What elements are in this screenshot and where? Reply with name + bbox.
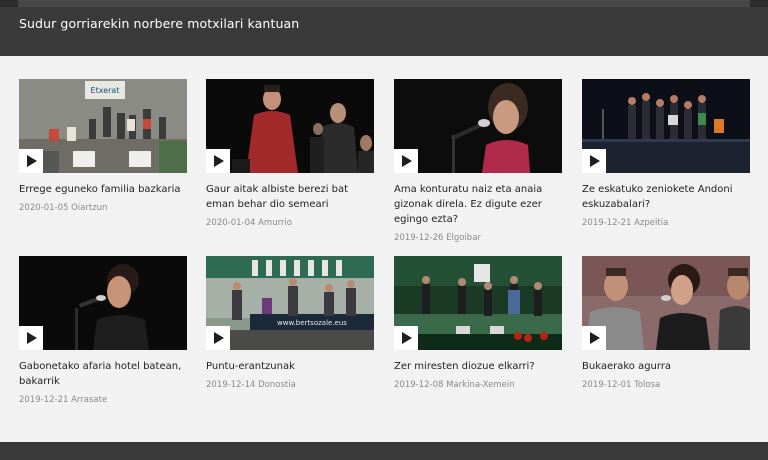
top-strip [0,0,768,7]
play-icon[interactable] [19,326,43,350]
video-date: 2019-12-08 [394,380,444,390]
video-title[interactable]: Zer miresten diozue elkarri? [394,359,562,374]
video-title[interactable]: Gaur aitak albiste berezi bat eman behar… [206,182,374,212]
video-date: 2020-01-04 [206,218,256,228]
video-meta: 2020-01-05 Oiartzun [19,203,187,213]
video-card[interactable]: Etxerat Erregе eguneko familia bazkaria … [19,79,187,213]
video-place: Markina-Xemein [446,380,515,390]
video-meta: 2020-01-04 Amurrio [206,218,374,228]
video-place: Arrasate [71,395,108,405]
video-place: Azpeitia [634,218,669,228]
play-icon[interactable] [394,149,418,173]
video-card[interactable]: Ze eskatuko zeniokete Andoni eskuzabalar… [582,79,750,228]
video-card[interactable]: Gabonetako afaria hotel batean, bakarrik… [19,256,187,405]
video-card[interactable]: Bukaerako agurra 2019-12-01 Tolosa [582,256,750,390]
video-title[interactable]: Bukaerako agurra [582,359,750,374]
video-meta: 2019-12-08 Markina-Xemein [394,380,562,390]
video-thumbnail[interactable]: Etxerat [19,79,187,173]
play-icon[interactable] [394,326,418,350]
video-thumbnail[interactable] [19,256,187,350]
video-title[interactable]: Ze eskatuko zeniokete Andoni eskuzabalar… [582,182,750,212]
video-card[interactable]: Zer miresten diozue elkarri? 2019-12-08 … [394,256,562,390]
video-thumbnail[interactable] [582,79,750,173]
video-thumbnail[interactable] [394,79,562,173]
video-date: 2019-12-14 [206,380,256,390]
video-title[interactable]: Ama konturatu naiz eta anaia gizonak dir… [394,182,562,227]
video-card[interactable]: Gaur aitak albiste berezi bat eman behar… [206,79,374,228]
video-date: 2019-12-26 [394,233,444,243]
video-place: Amurrio [258,218,292,228]
video-date: 2019-12-21 [582,218,632,228]
video-meta: 2019-12-21 Arrasate [19,395,187,405]
play-icon[interactable] [582,326,606,350]
video-thumbnail[interactable] [582,256,750,350]
video-meta: 2019-12-26 Elgoibar [394,233,562,243]
svg-text:www.bertsozale.eus: www.bertsozale.eus [277,319,347,327]
video-thumbnail[interactable]: www.bertsozale.eus [206,256,374,350]
video-place: Tolosa [634,380,661,390]
video-place: Elgoibar [446,233,481,243]
video-thumbnail[interactable] [394,256,562,350]
play-icon[interactable] [19,149,43,173]
page-footer [0,442,768,460]
video-date: 2019-12-01 [582,380,632,390]
video-meta: 2019-12-21 Azpeitia [582,218,750,228]
play-icon[interactable] [206,326,230,350]
video-place: Oiartzun [71,203,108,213]
video-card[interactable]: www.bertsozale.eus Puntu-erantzunak 2019… [206,256,374,390]
video-date: 2019-12-21 [19,395,69,405]
play-icon[interactable] [206,149,230,173]
video-thumbnail[interactable] [206,79,374,173]
video-card[interactable]: Ama konturatu naiz eta anaia gizonak dir… [394,79,562,243]
video-title[interactable]: Gabonetako afaria hotel batean, bakarrik [19,359,187,389]
video-date: 2020-01-05 [19,203,69,213]
section-title: Sudur gorriarekin norbere motxilari kant… [19,16,300,31]
section-header: Sudur gorriarekin norbere motxilari kant… [0,7,768,56]
video-title[interactable]: Puntu-erantzunak [206,359,374,374]
video-place: Donostia [258,380,296,390]
video-title[interactable]: Erregе eguneko familia bazkaria [19,182,187,197]
play-icon[interactable] [582,149,606,173]
video-meta: 2019-12-01 Tolosa [582,380,750,390]
video-meta: 2019-12-14 Donostia [206,380,374,390]
video-grid: Etxerat Erregе eguneko familia bazkaria … [0,56,768,442]
svg-text:Etxerat: Etxerat [91,86,120,95]
